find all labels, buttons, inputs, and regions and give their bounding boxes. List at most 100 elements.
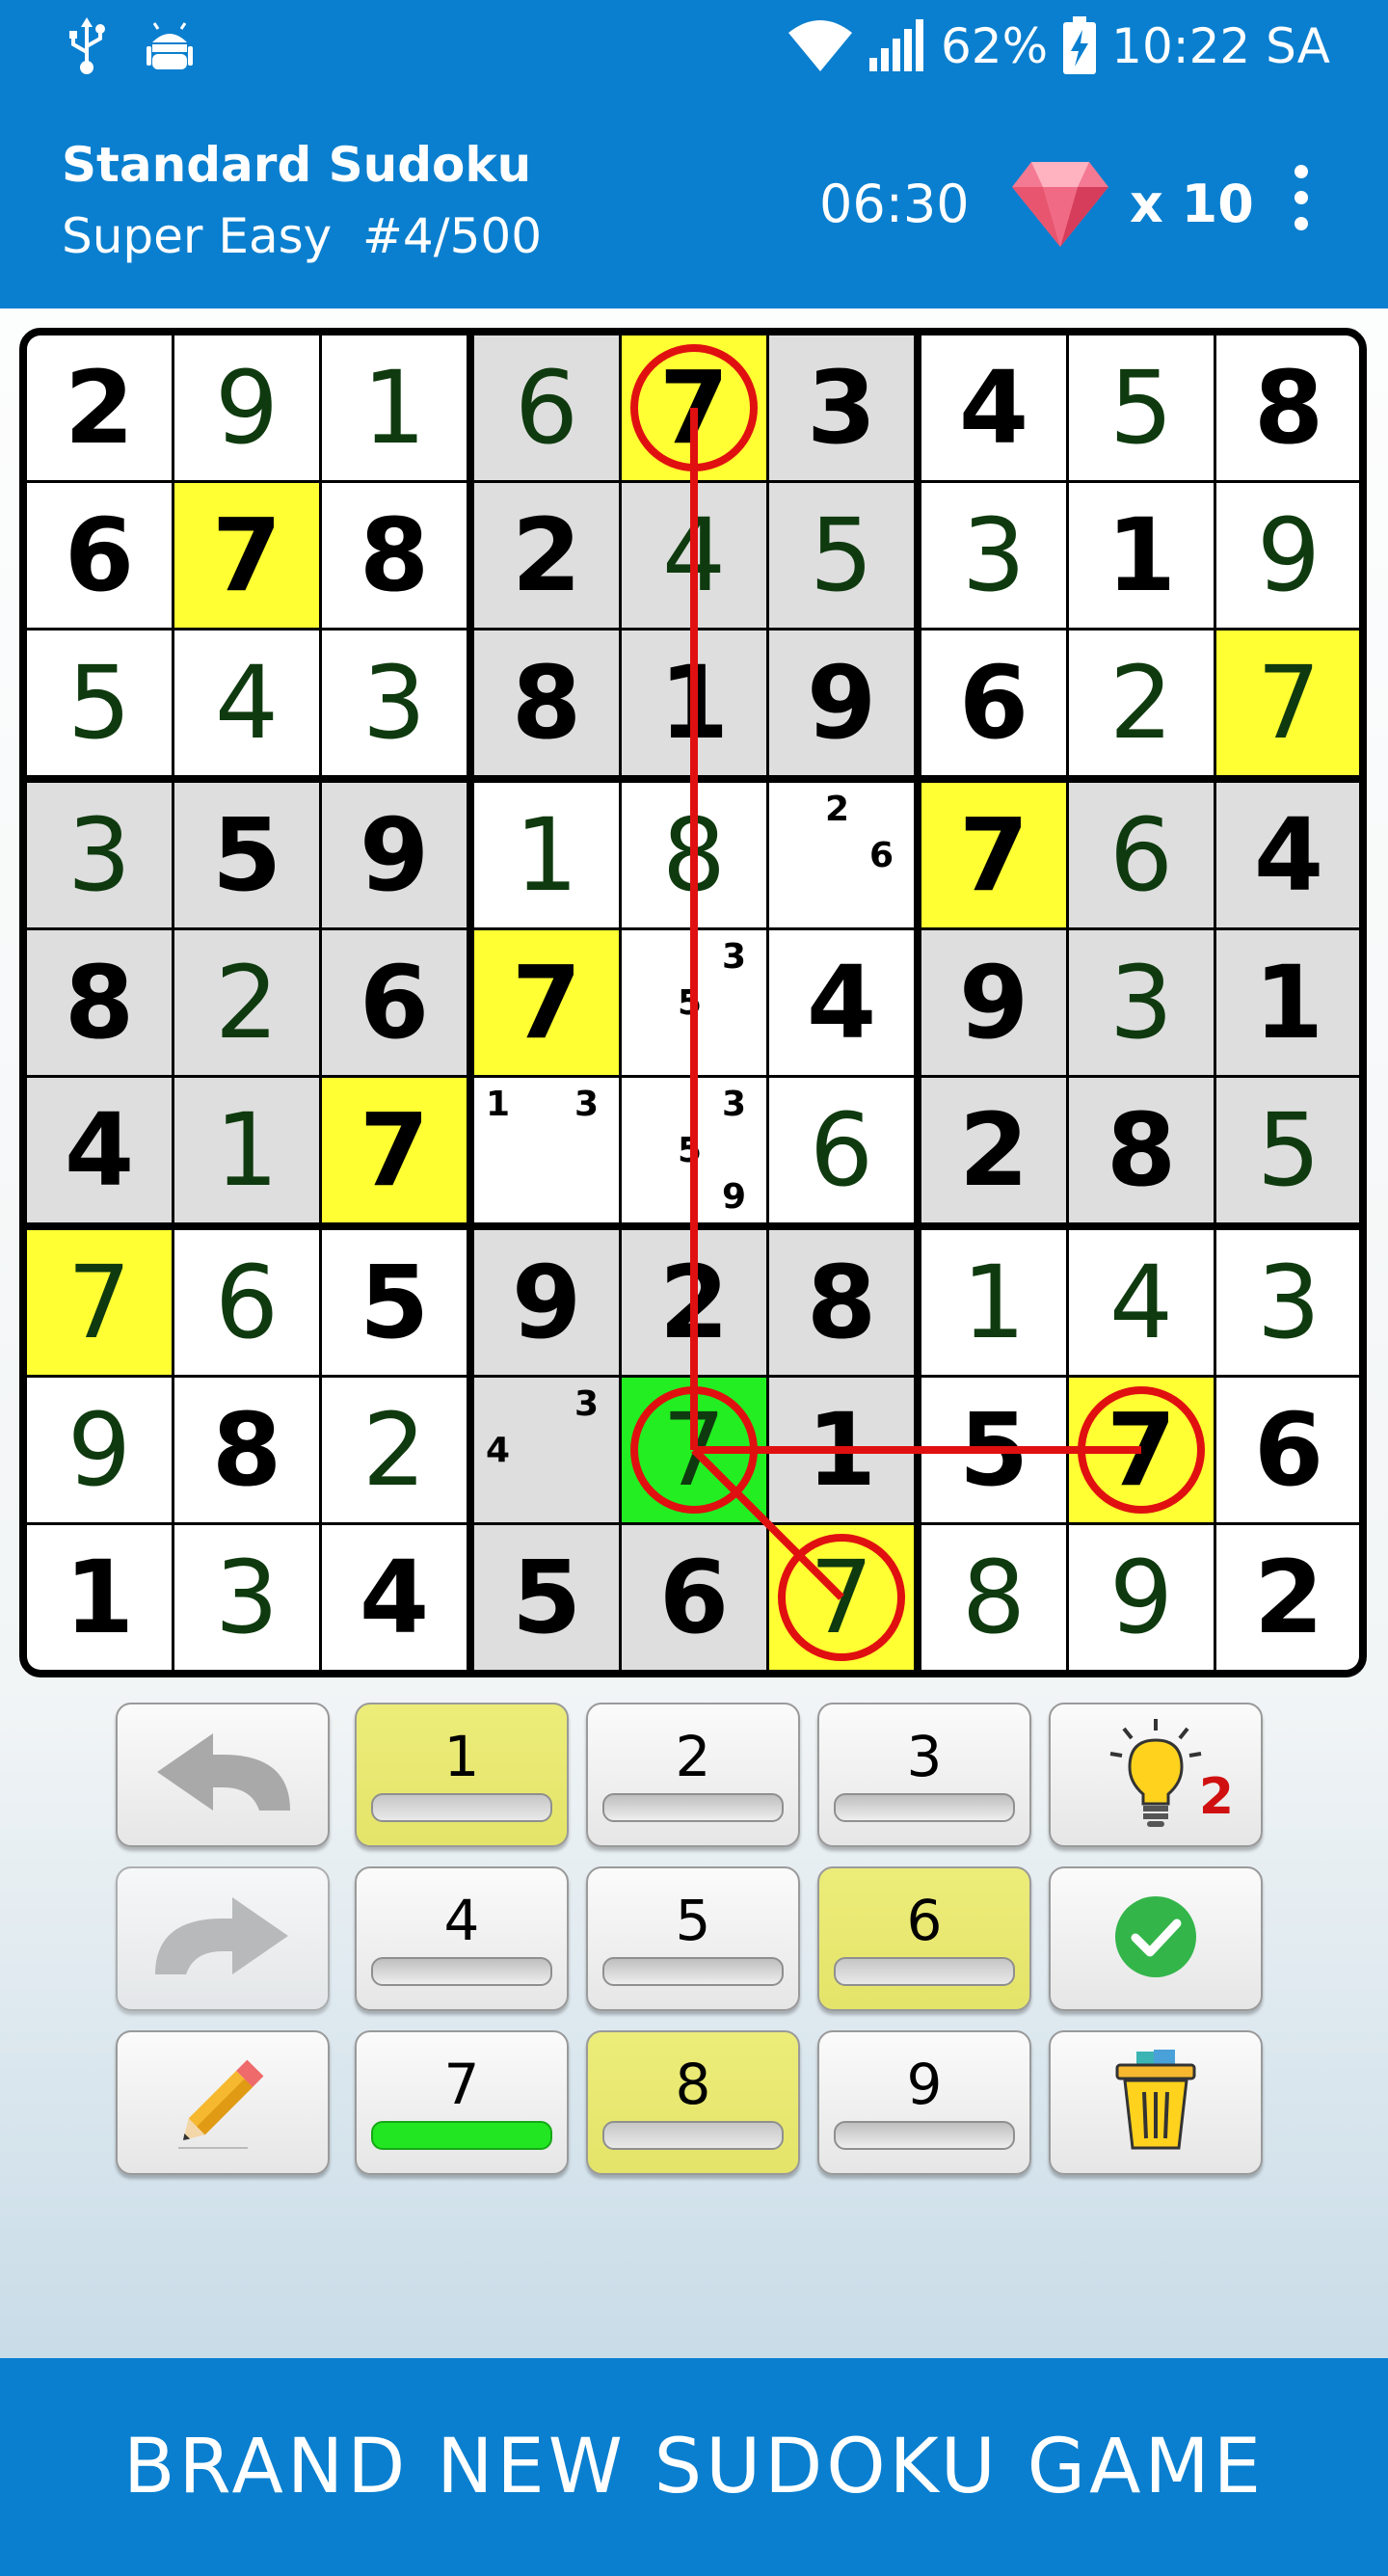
number-key-3[interactable]: 3 — [817, 1703, 1031, 1847]
cell-r1c1[interactable]: 2 — [27, 335, 172, 480]
cell-r6c5[interactable]: 359 — [622, 1078, 766, 1222]
number-key-7[interactable]: 7 — [355, 2030, 569, 2175]
gem-icon[interactable] — [1010, 160, 1110, 249]
cell-r4c6[interactable]: 26 — [769, 783, 914, 927]
cell-r3c5[interactable]: 1 — [622, 631, 766, 775]
more-menu-button[interactable] — [1282, 165, 1321, 242]
cell-r8c1[interactable]: 9 — [27, 1378, 172, 1522]
number-key-2[interactable]: 2 — [586, 1703, 800, 1847]
check-button[interactable] — [1049, 1866, 1263, 2011]
number-key-1[interactable]: 1 — [355, 1703, 569, 1847]
cell-r9c6[interactable]: 7 — [769, 1525, 914, 1670]
cell-r7c1[interactable]: 7 — [27, 1230, 172, 1375]
cell-r3c7[interactable]: 6 — [921, 631, 1066, 775]
cell-r2c3[interactable]: 8 — [322, 483, 467, 628]
cell-r9c8[interactable]: 9 — [1069, 1525, 1214, 1670]
cell-r4c8[interactable]: 6 — [1069, 783, 1214, 927]
cell-r5c6[interactable]: 4 — [769, 930, 914, 1075]
cell-r2c4[interactable]: 2 — [474, 483, 619, 628]
redo-button[interactable] — [116, 1866, 330, 2011]
cell-r5c2[interactable]: 2 — [174, 930, 319, 1075]
cell-r8c9[interactable]: 6 — [1216, 1378, 1359, 1522]
cell-r3c4[interactable]: 8 — [474, 631, 619, 775]
cell-r6c7[interactable]: 2 — [921, 1078, 1066, 1222]
number-key-8[interactable]: 8 — [586, 2030, 800, 2175]
cell-r9c3[interactable]: 4 — [322, 1525, 467, 1670]
cell-r2c1[interactable]: 6 — [27, 483, 172, 628]
cell-r9c2[interactable]: 3 — [174, 1525, 319, 1670]
cell-r1c6[interactable]: 3 — [769, 335, 914, 480]
cell-r5c5[interactable]: 35 — [622, 930, 766, 1075]
cell-r8c4[interactable]: 34 — [474, 1378, 619, 1522]
cell-r4c3[interactable]: 9 — [322, 783, 467, 927]
cell-r2c2[interactable]: 7 — [174, 483, 319, 628]
cell-r6c9[interactable]: 5 — [1216, 1078, 1359, 1222]
cell-r9c1[interactable]: 1 — [27, 1525, 172, 1670]
cell-r2c5[interactable]: 4 — [622, 483, 766, 628]
number-key-9[interactable]: 9 — [817, 2030, 1031, 2175]
cell-r3c2[interactable]: 4 — [174, 631, 319, 775]
cell-r4c5[interactable]: 8 — [622, 783, 766, 927]
cell-r9c4[interactable]: 5 — [474, 1525, 619, 1670]
cell-r5c3[interactable]: 6 — [322, 930, 467, 1075]
cell-r8c3[interactable]: 2 — [322, 1378, 467, 1522]
cell-r7c9[interactable]: 3 — [1216, 1230, 1359, 1375]
cell-r5c1[interactable]: 8 — [27, 930, 172, 1075]
cell-r4c2[interactable]: 5 — [174, 783, 319, 927]
cell-r5c8[interactable]: 3 — [1069, 930, 1214, 1075]
cell-r3c9[interactable]: 7 — [1216, 631, 1359, 775]
cell-r4c9[interactable]: 4 — [1216, 783, 1359, 927]
cell-r5c7[interactable]: 9 — [921, 930, 1066, 1075]
cell-r3c1[interactable]: 5 — [27, 631, 172, 775]
cell-r1c5[interactable]: 7 — [622, 335, 766, 480]
cell-r8c8[interactable]: 7 — [1069, 1378, 1214, 1522]
cell-r2c8[interactable]: 1 — [1069, 483, 1214, 628]
number-key-4[interactable]: 4 — [355, 1866, 569, 2011]
cell-r2c9[interactable]: 9 — [1216, 483, 1359, 628]
cell-r5c9[interactable]: 1 — [1216, 930, 1359, 1075]
cell-r7c5[interactable]: 2 — [622, 1230, 766, 1375]
cell-r1c9[interactable]: 8 — [1216, 335, 1359, 480]
cell-r1c3[interactable]: 1 — [322, 335, 467, 480]
cell-r5c4[interactable]: 7 — [474, 930, 619, 1075]
cell-r6c1[interactable]: 4 — [27, 1078, 172, 1222]
cell-r4c7[interactable]: 7 — [921, 783, 1066, 927]
number-key-6[interactable]: 6 — [817, 1866, 1031, 2011]
cell-r8c5[interactable]: 7 — [622, 1378, 766, 1522]
cell-r9c7[interactable]: 8 — [921, 1525, 1066, 1670]
cell-r3c8[interactable]: 2 — [1069, 631, 1214, 775]
cell-r9c9[interactable]: 2 — [1216, 1525, 1359, 1670]
cell-value: 1 — [1253, 944, 1324, 1061]
cell-r8c7[interactable]: 5 — [921, 1378, 1066, 1522]
cell-r7c7[interactable]: 1 — [921, 1230, 1066, 1375]
number-key-5[interactable]: 5 — [586, 1866, 800, 2011]
hint-button[interactable]: 2 — [1049, 1703, 1263, 1847]
erase-button[interactable] — [1049, 2030, 1263, 2175]
cell-r1c7[interactable]: 4 — [921, 335, 1066, 480]
cell-r6c2[interactable]: 1 — [174, 1078, 319, 1222]
cell-r8c6[interactable]: 1 — [769, 1378, 914, 1522]
cell-r3c3[interactable]: 3 — [322, 631, 467, 775]
cell-r8c2[interactable]: 8 — [174, 1378, 319, 1522]
cell-r3c6[interactable]: 9 — [769, 631, 914, 775]
cell-r2c6[interactable]: 5 — [769, 483, 914, 628]
cell-r1c8[interactable]: 5 — [1069, 335, 1214, 480]
cell-r6c6[interactable]: 6 — [769, 1078, 914, 1222]
cell-r7c3[interactable]: 5 — [322, 1230, 467, 1375]
cell-r6c8[interactable]: 8 — [1069, 1078, 1214, 1222]
cell-r9c5[interactable]: 6 — [622, 1525, 766, 1670]
cell-r1c2[interactable]: 9 — [174, 335, 319, 480]
pencil-mode-button[interactable] — [116, 2030, 330, 2175]
cell-r4c1[interactable]: 3 — [27, 783, 172, 927]
cell-r7c8[interactable]: 4 — [1069, 1230, 1214, 1375]
cell-r7c4[interactable]: 9 — [474, 1230, 619, 1375]
cell-r2c7[interactable]: 3 — [921, 483, 1066, 628]
cell-r1c4[interactable]: 6 — [474, 335, 619, 480]
cell-r4c4[interactable]: 1 — [474, 783, 619, 927]
cell-r6c3[interactable]: 7 — [322, 1078, 467, 1222]
undo-button[interactable] — [116, 1703, 330, 1847]
cell-r6c4[interactable]: 13 — [474, 1078, 619, 1222]
cell-r7c2[interactable]: 6 — [174, 1230, 319, 1375]
footer-banner[interactable]: BRAND NEW SUDOKU GAME — [0, 2358, 1388, 2576]
cell-r7c6[interactable]: 8 — [769, 1230, 914, 1375]
